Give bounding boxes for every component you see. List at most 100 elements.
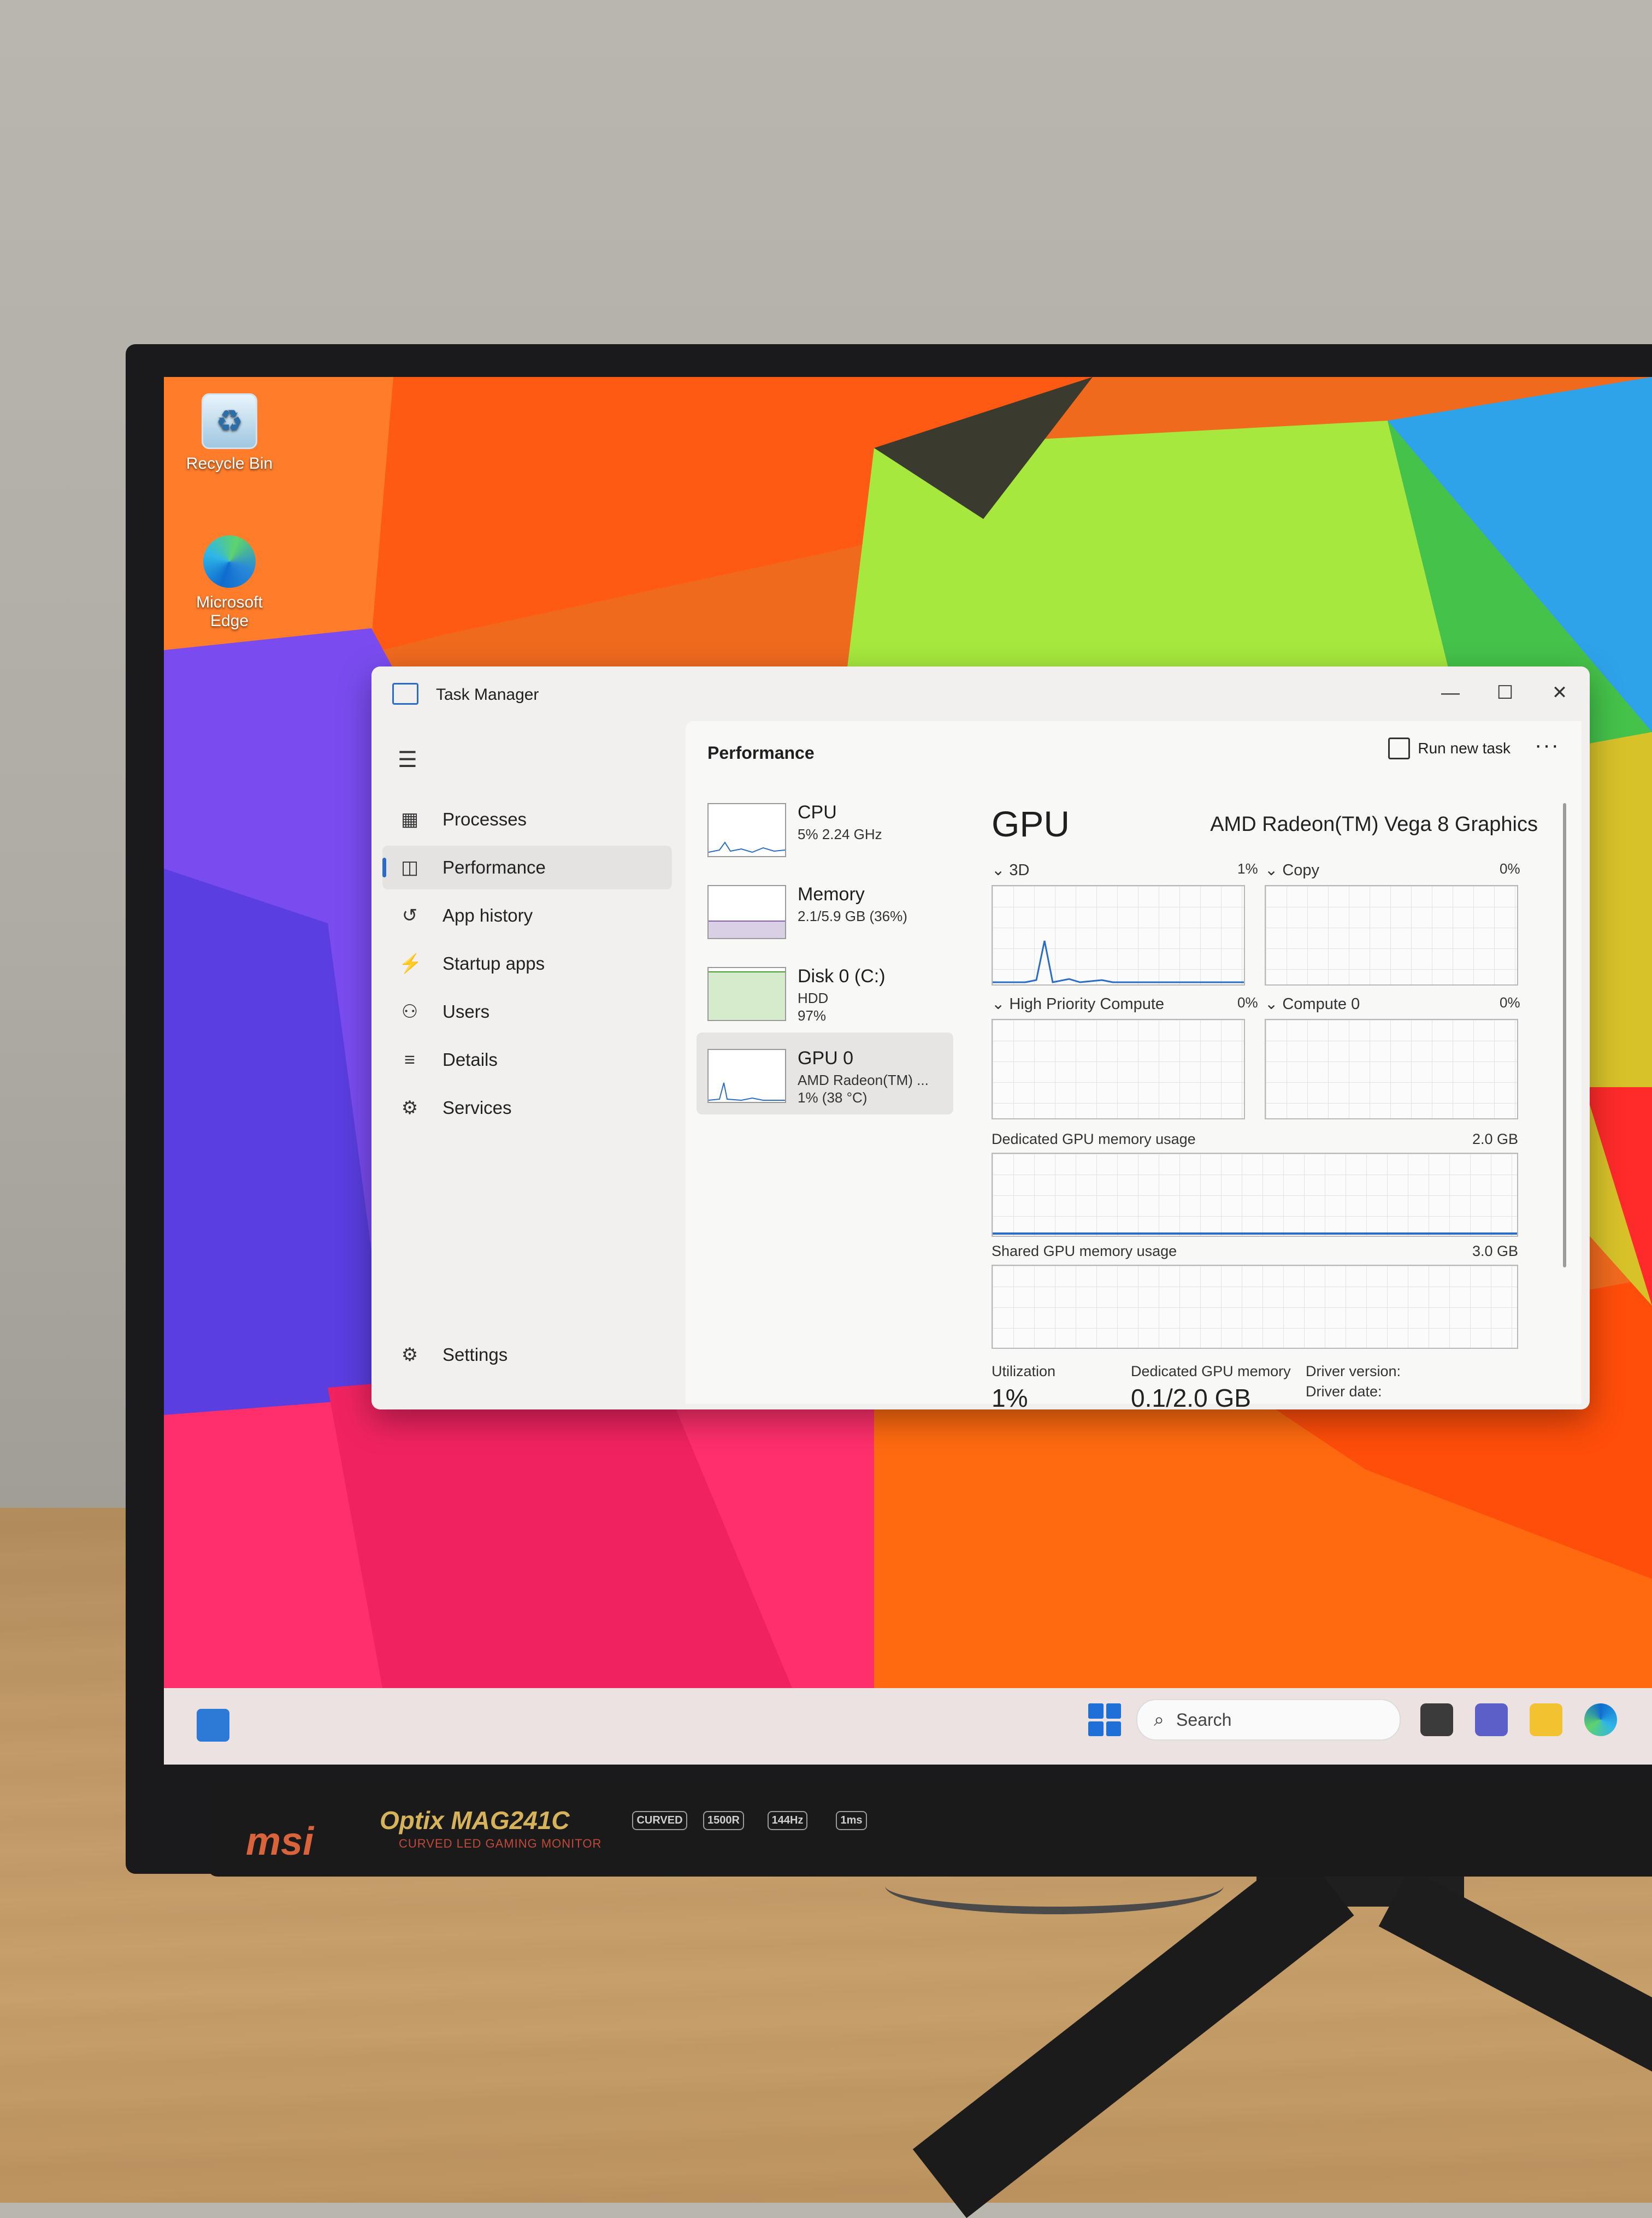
engine-label: 3D — [1009, 862, 1030, 879]
windows-logo-pane — [1088, 1721, 1104, 1736]
engine-3d-value: 1% — [1237, 860, 1258, 877]
users-icon: ⚇ — [401, 1001, 418, 1022]
engine-3d-graph — [992, 885, 1245, 986]
monitor-screen: ♻ Recycle Bin Microsoft Edge Task Manage… — [164, 377, 1652, 1765]
sidebar-item-details[interactable]: ≡ Details — [382, 1038, 672, 1082]
cpu-thumbnail-graph — [707, 803, 786, 857]
engine-label: High Priority Compute — [1009, 995, 1165, 1013]
maximize-button[interactable]: ☐ — [1480, 676, 1530, 709]
performance-icon: ◫ — [400, 857, 419, 878]
utilization-value: 1% — [992, 1384, 1028, 1409]
search-placeholder: Search — [1176, 1709, 1232, 1730]
utilization-label: Utilization — [992, 1363, 1056, 1379]
task-manager-window[interactable]: Task Manager — ☐ ✕ ☰ ▦ Processes ◫ Perfo… — [371, 666, 1590, 1409]
sidebar-item-performance[interactable]: ◫ Performance — [382, 846, 672, 889]
resource-value: 2.1/5.9 GB (36%) — [798, 908, 907, 924]
page-title: Performance — [707, 743, 815, 763]
sidebar-item-services[interactable]: ⚙ Services — [382, 1086, 672, 1130]
resource-value: 1% (38 °C) — [798, 1089, 868, 1106]
services-icon: ⚙ — [401, 1098, 418, 1118]
dedicated-memory-graph — [992, 1153, 1518, 1237]
minimize-button[interactable]: — — [1426, 676, 1475, 709]
sidebar-item-users[interactable]: ⚇ Users — [382, 990, 672, 1034]
dedicated-memory-max: 2.0 GB — [1472, 1131, 1519, 1147]
monitor-model-subtitle: CURVED LED GAMING MONITOR — [399, 1837, 602, 1850]
badge-text: 1500R — [703, 1811, 744, 1830]
shared-memory-label: Shared GPU memory usage — [992, 1243, 1177, 1259]
settings-icon: ⚙ — [401, 1344, 418, 1365]
dedicated-memory-stat-label: Dedicated GPU memory — [1131, 1363, 1291, 1379]
sidebar-item-label: App history — [442, 905, 533, 925]
disk-thumbnail-graph — [707, 967, 786, 1021]
engine-hpc-value: 0% — [1237, 994, 1258, 1011]
desktop-icon-label: Microsoft Edge — [196, 593, 263, 630]
resource-cpu[interactable]: CPU 5% 2.24 GHz — [697, 787, 953, 869]
window-title: Task Manager — [436, 686, 539, 704]
sidebar-item-settings[interactable]: ⚙ Settings — [382, 1333, 672, 1377]
engine-label: Compute 0 — [1282, 995, 1360, 1013]
teams-chat-icon[interactable] — [1475, 1703, 1508, 1736]
details-icon: ≡ — [404, 1049, 415, 1070]
search-icon: ⌕ — [1154, 1709, 1165, 1730]
feature-badge: 1500R — [698, 1795, 750, 1847]
history-icon: ↺ — [402, 905, 418, 926]
badge-text: 144Hz — [767, 1811, 808, 1830]
run-new-task-label: Run new task — [1418, 740, 1511, 757]
processes-icon: ▦ — [400, 809, 419, 830]
engine-compute-selector[interactable]: ⌄ Compute 0 — [1265, 994, 1360, 1013]
desktop-icon-recycle-bin[interactable]: ♻ Recycle Bin — [175, 393, 284, 473]
engine-3d-selector[interactable]: ⌄ 3D — [992, 860, 1029, 880]
sidebar: ☰ ▦ Processes ◫ Performance ↺ App histor… — [371, 716, 677, 1409]
widgets-icon[interactable] — [197, 1709, 229, 1742]
resource-gpu[interactable]: GPU 0 AMD Radeon(TM) ... 1% (38 °C) — [697, 1033, 953, 1114]
sidebar-item-label: Processes — [442, 809, 527, 829]
edge-icon — [203, 535, 256, 588]
sidebar-item-startup-apps[interactable]: ⚡ Startup apps — [382, 942, 672, 986]
scrollbar[interactable] — [1563, 803, 1566, 1267]
windows-logo-pane — [1106, 1721, 1121, 1736]
sidebar-item-label: Users — [442, 1001, 490, 1022]
sidebar-item-app-history[interactable]: ↺ App history — [382, 894, 672, 937]
edge-taskbar-icon[interactable] — [1584, 1703, 1617, 1736]
close-button[interactable]: ✕ — [1535, 676, 1584, 709]
gpu-model-name: AMD Radeon(TM) Vega 8 Graphics — [1210, 813, 1538, 836]
sidebar-item-label: Services — [442, 1098, 512, 1118]
desktop-icon-microsoft-edge[interactable]: Microsoft Edge — [175, 535, 284, 630]
resource-memory[interactable]: Memory 2.1/5.9 GB (36%) — [697, 869, 953, 951]
gpu-thumbnail-graph — [707, 1049, 786, 1103]
badge-text: 1ms — [836, 1811, 867, 1830]
engine-compute-graph — [1265, 1019, 1518, 1119]
engine-hpc-graph — [992, 1019, 1245, 1119]
resource-model: AMD Radeon(TM) ... — [798, 1072, 929, 1088]
windows-logo-pane — [1088, 1703, 1104, 1719]
engine-copy-selector[interactable]: ⌄ Copy — [1265, 860, 1319, 880]
taskbar-search-box[interactable]: ⌕ Search — [1136, 1699, 1401, 1741]
start-button[interactable] — [1088, 1703, 1121, 1736]
monitor-brand-logo: msi — [246, 1820, 314, 1863]
resource-list: CPU 5% 2.24 GHz Memory 2.1/5.9 GB (36%) … — [697, 787, 959, 1114]
memory-thumbnail-graph — [707, 885, 786, 939]
driver-date-label: Driver date: — [1306, 1383, 1382, 1400]
engine-copy-value: 0% — [1500, 860, 1520, 877]
monitor-model-name: Optix MAG241C — [380, 1806, 570, 1834]
sidebar-item-processes[interactable]: ▦ Processes — [382, 798, 672, 841]
resource-value: 5% 2.24 GHz — [798, 826, 882, 842]
run-new-task-button[interactable]: Run new task — [1388, 738, 1511, 759]
shared-memory-graph — [992, 1265, 1518, 1349]
title-bar[interactable]: Task Manager — ☐ ✕ — [371, 666, 1590, 716]
resource-name: CPU — [798, 802, 837, 823]
resource-type: HDD — [798, 990, 829, 1006]
engine-hpc-selector[interactable]: ⌄ High Priority Compute — [992, 994, 1164, 1013]
desktop-icon-label: Recycle Bin — [186, 455, 273, 473]
recycle-bin-icon: ♻ — [202, 393, 257, 449]
engine-copy-graph — [1265, 885, 1518, 986]
taskbar: ⌕ Search — [164, 1688, 1652, 1765]
resource-disk[interactable]: Disk 0 (C:) HDD 97% — [697, 951, 953, 1033]
hamburger-menu-icon[interactable]: ☰ — [398, 747, 417, 772]
sidebar-item-label: Startup apps — [442, 953, 545, 974]
more-options-icon[interactable]: ··· — [1535, 733, 1560, 758]
task-view-icon[interactable] — [1420, 1703, 1453, 1736]
startup-icon: ⚡ — [399, 953, 422, 974]
file-explorer-icon[interactable] — [1530, 1703, 1562, 1736]
feature-badge: 144Hz — [762, 1795, 813, 1847]
